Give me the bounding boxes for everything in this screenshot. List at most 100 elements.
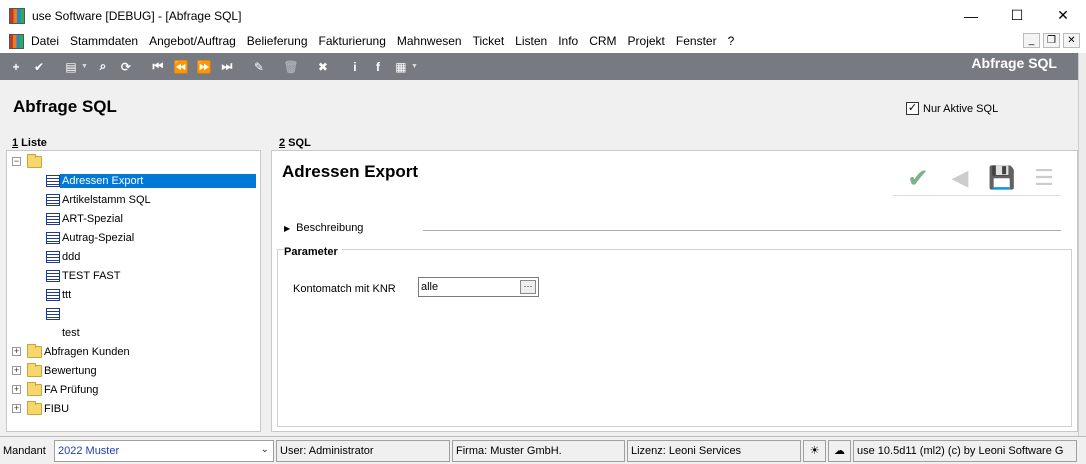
status-sun-icon[interactable]: ☀ [803, 439, 826, 462]
sql-title: Adressen Export [282, 162, 419, 181]
tree-node-test[interactable]: test [60, 323, 82, 342]
tree-node-label: Bewertung [44, 364, 97, 377]
mdi-restore-button[interactable]: ❐ [1043, 33, 1060, 48]
tree-node-artikelstamm-sql[interactable]: Artikelstamm SQL [46, 190, 153, 209]
beschreibung-label: Beschreibung [296, 222, 364, 234]
status-lizenz: Lizenz: Leoni Services [627, 439, 801, 462]
page-title: Abfrage SQL [13, 97, 117, 116]
right-scrollbar[interactable] [1078, 53, 1086, 436]
tree-node-ddd[interactable]: ddd [46, 247, 82, 266]
tree-node-art-spezial[interactable]: ART-Spezial [46, 209, 125, 228]
delete-icon: 🗑 [283, 59, 299, 74]
actions-divider [893, 195, 1061, 196]
status-bar: Mandant 2022 Muster ⌄ User: Administrato… [0, 436, 1086, 464]
check-icon[interactable]: ✔ [30, 58, 48, 76]
next-icon[interactable]: ⏩ [195, 58, 213, 76]
print-dropdown-icon[interactable]: ▼ [81, 63, 88, 70]
add-icon[interactable]: + [7, 58, 25, 76]
tree-node-label: ttt [62, 288, 72, 301]
menu-fakturierung[interactable]: Fakturierung [319, 34, 394, 48]
menu-mahnwesen[interactable]: Mahnwesen [397, 34, 470, 48]
menu-fenster[interactable]: Fenster [676, 34, 725, 48]
sql-query-icon [46, 307, 60, 320]
facebook-icon[interactable]: f [369, 58, 387, 76]
save-export-icon: 💾 [988, 165, 1016, 190]
sql-query-icon [46, 288, 60, 301]
menu-stammdaten[interactable]: Stammdaten [70, 34, 146, 48]
window-controls: — ☐ ✕ [948, 0, 1086, 31]
tree-node-fa-pruefung[interactable]: + FA Prüfung [12, 380, 100, 399]
expand-icon[interactable]: + [12, 366, 21, 375]
folder-icon [27, 400, 42, 415]
kontomatch-input[interactable]: alle ··· [418, 277, 539, 297]
chevron-down-icon[interactable]: ⌄ [261, 444, 269, 455]
tree-node-bewertung[interactable]: + Bewertung [12, 361, 99, 380]
ellipsis-button[interactable]: ··· [520, 280, 536, 294]
parameter-title: Parameter [284, 246, 342, 258]
sql-panel: Adressen Export ✔ ◀ 💾 ☰ ▶ Beschreibung P… [271, 150, 1078, 432]
mandant-select[interactable]: 2022 Muster ⌄ [54, 439, 274, 462]
param-label-kontomatch: Kontomatch mit KNR [293, 283, 396, 295]
execute-check-icon[interactable]: ✔ [903, 163, 933, 193]
parameter-group: Parameter Kontomatch mit KNR alle ··· [277, 246, 1072, 427]
tree-node-label: TEST FAST [62, 269, 121, 282]
menu-listen[interactable]: Listen [515, 34, 555, 48]
beschreibung-toggle[interactable]: ▶ Beschreibung [284, 222, 363, 234]
sql-query-icon [46, 174, 60, 187]
sql-query-icon [46, 250, 60, 263]
expand-arrow-icon[interactable]: ▶ [284, 224, 290, 233]
status-user: User: Administrator [276, 439, 450, 462]
menu-belieferung[interactable]: Belieferung [247, 34, 316, 48]
tree-node-root[interactable]: − [12, 152, 46, 171]
previous-icon[interactable]: ⏪ [172, 58, 190, 76]
folder-icon [27, 362, 42, 377]
cancel-icon[interactable]: ✖ [314, 58, 332, 76]
tree-node-test-fast[interactable]: TEST FAST [46, 266, 122, 285]
close-button[interactable]: ✕ [1040, 0, 1086, 31]
tree-node-label: ART-Spezial [62, 212, 123, 225]
status-connection-icon[interactable]: ☁ [828, 439, 851, 462]
tree-node-label: FIBU [44, 402, 70, 415]
refresh-icon[interactable]: ⟳ [117, 58, 135, 76]
tree-node-autrag-spezial[interactable]: Autrag-Spezial [46, 228, 136, 247]
expand-icon[interactable]: + [12, 385, 21, 394]
print-icon[interactable]: ▤ [62, 58, 80, 76]
nur-aktive-sql-checkbox[interactable]: ✓ Nur Aktive SQL [906, 102, 998, 115]
tree-node-fibu[interactable]: + FIBU [12, 399, 71, 418]
first-icon[interactable]: ⏮ [149, 58, 167, 76]
edit-icon[interactable]: ✎ [250, 58, 268, 76]
grid-dropdown-icon[interactable]: ▼ [411, 63, 418, 70]
toolbar: + ✔ ▤ ▼ ⌕ ⟳ ⏮ ⏪ ⏩ ⏭ ✎ 🗑 ✖ i f ▦ ▼ Abfrag… [0, 53, 1078, 80]
nur-aktive-sql-label: Nur Aktive SQL [923, 102, 999, 115]
grid-icon[interactable]: ▦ [392, 58, 410, 76]
menu-crm[interactable]: CRM [589, 34, 624, 48]
search-icon[interactable]: ⌕ [94, 58, 112, 76]
menu-ticket[interactable]: Ticket [473, 34, 513, 48]
menu-angebot-auftrag[interactable]: Angebot/Auftrag [149, 34, 244, 48]
liste-tree[interactable]: − Adressen Export Artikelstamm SQL ART-S… [6, 150, 261, 432]
menu-projekt[interactable]: Projekt [628, 34, 673, 48]
maximize-button[interactable]: ☐ [994, 0, 1040, 31]
info-icon[interactable]: i [346, 58, 364, 76]
beschreibung-divider [423, 230, 1061, 231]
sql-query-icon [46, 269, 60, 282]
tree-node-unnamed[interactable] [46, 304, 64, 323]
expand-icon[interactable]: + [12, 404, 21, 413]
expand-icon[interactable]: + [12, 347, 21, 356]
mdi-minimize-button[interactable]: _ [1023, 33, 1040, 48]
sql-query-icon [46, 193, 60, 206]
menu-datei[interactable]: Datei [31, 34, 67, 48]
tree-node-abfragen-kunden[interactable]: + Abfragen Kunden [12, 342, 132, 361]
tree-node-adressen-export[interactable]: Adressen Export [46, 171, 256, 190]
menu-help[interactable]: ? [728, 34, 743, 48]
checkbox-checked-icon[interactable]: ✓ [906, 102, 919, 115]
minimize-button[interactable]: — [948, 0, 994, 31]
menu-info[interactable]: Info [558, 34, 586, 48]
tree-node-ttt[interactable]: ttt [46, 285, 73, 304]
app-menu-icon[interactable] [9, 33, 24, 49]
collapse-icon[interactable]: − [12, 157, 21, 166]
last-icon[interactable]: ⏭ [218, 58, 236, 76]
mdi-close-button[interactable]: ✕ [1063, 33, 1080, 48]
tree-node-label: Artikelstamm SQL [62, 193, 151, 206]
kontomatch-value: alle [421, 281, 439, 293]
